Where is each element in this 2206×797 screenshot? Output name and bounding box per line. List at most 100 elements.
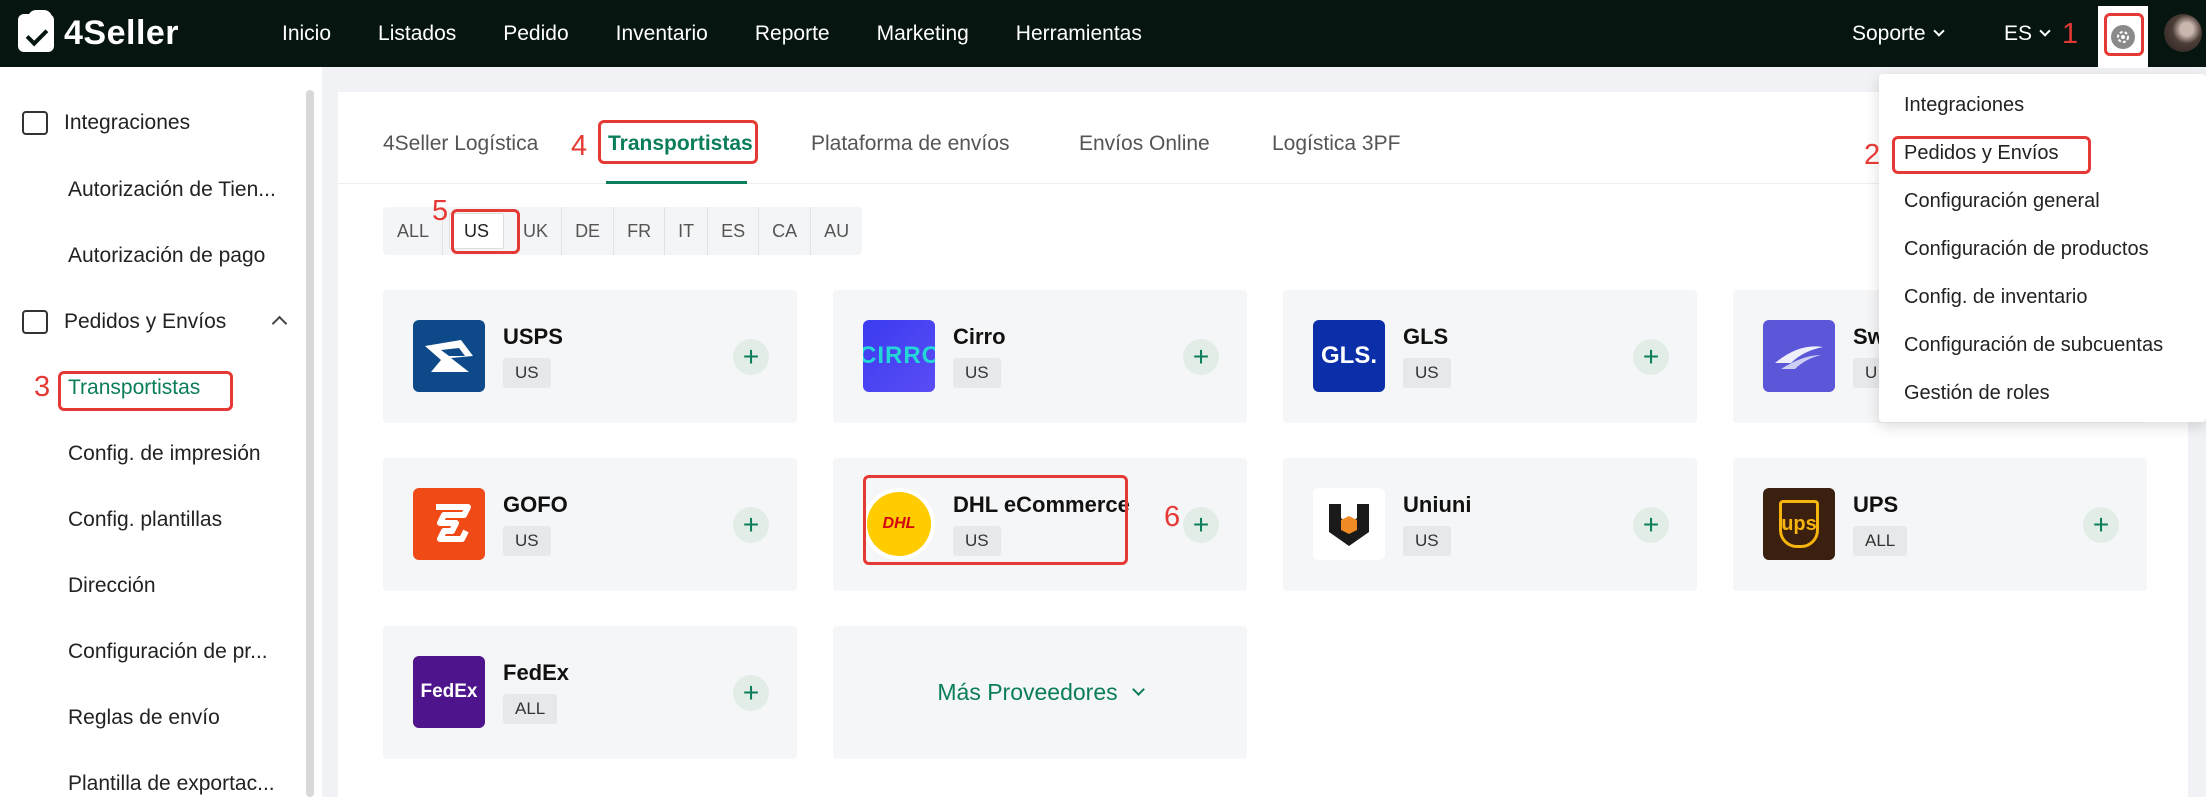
carrier-card-gls[interactable]: GLS. GLS US + bbox=[1283, 290, 1697, 423]
nav-inicio[interactable]: Inicio bbox=[282, 22, 331, 46]
carrier-card-ups[interactable]: ups UPS ALL + bbox=[1733, 458, 2147, 591]
sidebar-item-payment-authorization[interactable]: Autorización de pago bbox=[68, 244, 265, 268]
region-it[interactable]: IT bbox=[665, 207, 709, 255]
region-ca[interactable]: CA bbox=[759, 207, 812, 255]
sidebar: Integraciones Autorización de Tien... Au… bbox=[0, 67, 322, 797]
top-navigation-bar: 4Seller Inicio Listados Pedido Inventari… bbox=[0, 0, 2206, 68]
gofo-logo-icon bbox=[413, 488, 485, 560]
sidebar-group-label: Integraciones bbox=[64, 111, 191, 134]
region-au[interactable]: AU bbox=[811, 207, 862, 255]
menu-item-gestion-roles[interactable]: Gestión de roles bbox=[1904, 382, 2050, 405]
tab-logistica-3pf[interactable]: Logística 3PF bbox=[1272, 132, 1400, 156]
add-icon[interactable]: + bbox=[733, 507, 769, 543]
highlight-box-transportistas bbox=[58, 371, 233, 411]
carrier-card-usps[interactable]: USPS US + bbox=[383, 290, 797, 423]
nav-reporte[interactable]: Reporte bbox=[755, 22, 830, 46]
more-providers-card[interactable]: Más Proveedores bbox=[833, 626, 1247, 759]
add-icon[interactable]: + bbox=[1183, 339, 1219, 375]
add-icon[interactable]: + bbox=[1633, 507, 1669, 543]
nav-inventario[interactable]: Inventario bbox=[616, 22, 708, 46]
sidebar-item-store-authorization[interactable]: Autorización de Tien... bbox=[68, 178, 276, 202]
menu-item-config-subcuentas[interactable]: Configuración de subcuentas bbox=[1904, 334, 2163, 357]
sidebar-scrollbar[interactable] bbox=[306, 90, 314, 797]
annotation-2: 2 bbox=[1864, 139, 1881, 171]
active-tab-indicator bbox=[606, 181, 747, 184]
sidebar-item-config-pr[interactable]: Configuración de pr... bbox=[68, 640, 268, 664]
highlight-box-region-us bbox=[451, 209, 520, 254]
brand-name: 4Seller bbox=[64, 13, 180, 52]
chevron-up-icon[interactable] bbox=[271, 315, 288, 332]
highlight-box-tab-transportistas bbox=[598, 120, 758, 164]
nav-herramientas[interactable]: Herramientas bbox=[1016, 22, 1142, 46]
add-icon[interactable]: + bbox=[2083, 507, 2119, 543]
sidebar-item-templates-config[interactable]: Config. plantillas bbox=[68, 508, 222, 532]
cirro-logo: CIRRO bbox=[863, 320, 935, 392]
sidebar-group-integraciones[interactable]: Integraciones bbox=[22, 111, 190, 135]
tab-envios-online[interactable]: Envíos Online bbox=[1079, 132, 1210, 156]
sidebar-item-address[interactable]: Dirección bbox=[68, 574, 156, 598]
shopping-bag-icon bbox=[18, 10, 54, 52]
highlight-box-settings bbox=[2104, 13, 2144, 56]
add-icon[interactable]: + bbox=[733, 675, 769, 711]
support-menu[interactable]: Soporte bbox=[1852, 0, 1945, 67]
more-providers-button[interactable]: Más Proveedores bbox=[833, 626, 1247, 759]
fedex-logo-text: FedEx bbox=[420, 681, 478, 702]
carrier-card-fedex[interactable]: FedEx FedEx ALL + bbox=[383, 626, 797, 759]
tab-plataforma-envios[interactable]: Plataforma de envíos bbox=[811, 132, 1009, 156]
carrier-region-badge: US bbox=[503, 526, 551, 556]
carrier-region-badge: US bbox=[503, 358, 551, 388]
chevron-down-icon bbox=[1131, 683, 1145, 696]
nav-pedido[interactable]: Pedido bbox=[503, 22, 568, 46]
carrier-region-badge: US bbox=[1403, 358, 1451, 388]
sidebar-item-shipping-rules[interactable]: Reglas de envío bbox=[68, 706, 220, 730]
language-label: ES bbox=[2004, 21, 2033, 45]
add-icon[interactable]: + bbox=[1183, 507, 1219, 543]
tab-4seller-logistica[interactable]: 4Seller Logística bbox=[383, 132, 538, 156]
avatar[interactable] bbox=[2164, 14, 2202, 52]
chevron-down-icon bbox=[1932, 24, 1945, 37]
carrier-region-badge: US bbox=[953, 358, 1001, 388]
sidebar-group-pedidos-envios[interactable]: Pedidos y Envíos bbox=[22, 310, 226, 334]
nav-listados[interactable]: Listados bbox=[378, 22, 456, 46]
carrier-name: GOFO bbox=[503, 492, 568, 517]
region-es[interactable]: ES bbox=[708, 207, 760, 255]
gls-logo: GLS. bbox=[1313, 320, 1385, 392]
carrier-name: GLS bbox=[1403, 324, 1449, 349]
carrier-card-gofo[interactable]: GOFO US + bbox=[383, 458, 797, 591]
carrier-card-uniuni[interactable]: Uniuni US + bbox=[1283, 458, 1697, 591]
carrier-region-badge: ALL bbox=[503, 694, 558, 724]
menu-item-config-inventario[interactable]: Config. de inventario bbox=[1904, 286, 2087, 309]
language-menu[interactable]: ES bbox=[2004, 0, 2051, 67]
highlight-box-dhl-ecommerce bbox=[863, 475, 1128, 565]
add-icon[interactable]: + bbox=[1633, 339, 1669, 375]
carrier-card-cirro[interactable]: CIRRO Cirro US + bbox=[833, 290, 1247, 423]
carrier-name: UPS bbox=[1853, 492, 1899, 517]
nav-marketing[interactable]: Marketing bbox=[877, 22, 969, 46]
menu-item-config-general[interactable]: Configuración general bbox=[1904, 190, 2100, 213]
region-fr[interactable]: FR bbox=[614, 207, 666, 255]
annotation-5: 5 bbox=[432, 195, 449, 227]
highlight-box-pedidos-envios bbox=[1892, 136, 2091, 174]
menu-item-config-productos[interactable]: Configuración de productos bbox=[1904, 238, 2149, 261]
carrier-name: Uniuni bbox=[1403, 492, 1472, 517]
annotation-1: 1 bbox=[2062, 18, 2079, 50]
add-icon[interactable]: + bbox=[733, 339, 769, 375]
carrier-region-badge: ALL bbox=[1853, 526, 1908, 556]
annotation-4: 4 bbox=[571, 130, 588, 162]
gls-logo-text: GLS. bbox=[1320, 342, 1377, 369]
usps-eagle-icon bbox=[413, 320, 485, 392]
carrier-name: Cirro bbox=[953, 324, 1006, 349]
brand-logo[interactable]: 4Seller bbox=[18, 10, 180, 54]
menu-item-integraciones[interactable]: Integraciones bbox=[1904, 94, 2024, 117]
region-de[interactable]: DE bbox=[562, 207, 615, 255]
sidebar-item-print-config[interactable]: Config. de impresión bbox=[68, 442, 261, 466]
settings-dropdown-menu: Integraciones Pedidos y Envíos Configura… bbox=[1879, 74, 2206, 422]
carrier-region-badge: US bbox=[1403, 526, 1451, 556]
annotation-3: 3 bbox=[34, 371, 51, 403]
main-nav: Inicio Listados Pedido Inventario Report… bbox=[282, 0, 1189, 67]
ups-logo-text: ups bbox=[1781, 512, 1817, 535]
sidebar-item-export-template[interactable]: Plantilla de exportac... bbox=[68, 772, 275, 796]
annotation-6: 6 bbox=[1164, 501, 1181, 533]
ups-shield-logo: ups bbox=[1763, 488, 1835, 560]
clipboard-icon bbox=[22, 310, 48, 334]
